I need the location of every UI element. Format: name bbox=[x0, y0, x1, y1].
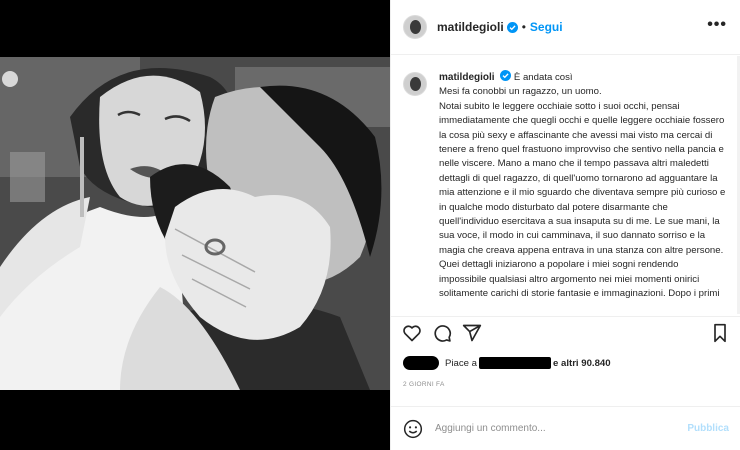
caption-line: magia che creava appena entrava in una s… bbox=[439, 244, 724, 256]
follow-button[interactable]: Segui bbox=[530, 20, 563, 34]
likes-count-link[interactable]: e altri 90.840 bbox=[553, 358, 611, 369]
caption: matildegioli È andata così Mesi fa conob… bbox=[391, 56, 740, 314]
caption-line: mia attenzione e il mio sguardo che dive… bbox=[439, 187, 726, 199]
comment-input[interactable] bbox=[435, 423, 675, 434]
caption-line: Notai subito le leggere occhiaie sotto i… bbox=[439, 100, 680, 112]
bookmark-icon[interactable] bbox=[709, 322, 731, 344]
more-options-icon[interactable]: ••• bbox=[707, 17, 727, 33]
avatar[interactable] bbox=[403, 15, 427, 39]
caption-username-link[interactable]: matildegioli bbox=[439, 72, 495, 83]
verified-badge-icon bbox=[506, 21, 518, 33]
caption-line: impossibile qualsiasi altro argomento ne… bbox=[439, 273, 700, 285]
caption-title: È andata così bbox=[513, 72, 573, 83]
post-photo[interactable] bbox=[0, 57, 390, 390]
caption-line: dettagli di quel ragazzo, di quell'uomo … bbox=[439, 172, 718, 184]
post-media bbox=[0, 0, 390, 450]
post-date[interactable]: 2 GIORNI FA bbox=[403, 381, 445, 388]
likes-prefix: Piace a bbox=[445, 357, 477, 369]
post-header: matildegioli • Segui ••• bbox=[391, 0, 740, 55]
caption-line: tenere a freno quel frastuono improvviso… bbox=[439, 144, 724, 156]
caption-line: Quei dettagli iniziarono a popolare i mi… bbox=[439, 259, 679, 271]
caption-heading: matildegioli È andata così bbox=[439, 70, 725, 85]
username-link[interactable]: matildegioli bbox=[437, 20, 504, 34]
action-bar bbox=[391, 316, 740, 348]
liker-avatar-redacted bbox=[403, 356, 439, 370]
caption-line: Mesi fa conobbi un ragazzo, un uomo. bbox=[439, 86, 602, 98]
separator-dot: • bbox=[521, 20, 526, 34]
heart-icon[interactable] bbox=[401, 322, 423, 344]
caption-line: quell'individuo esercitava a sua insaput… bbox=[439, 216, 720, 228]
publish-button[interactable]: Pubblica bbox=[687, 423, 729, 434]
caption-line: in qualche modo disturbato dal potere di… bbox=[439, 201, 668, 213]
liker-name-redacted bbox=[479, 357, 551, 369]
caption-line: nelle viscere. Mano a mano che il tempo … bbox=[439, 158, 709, 170]
caption-line: solitamente carichi di storie fantasie e… bbox=[439, 288, 720, 300]
verified-badge-icon bbox=[500, 70, 512, 81]
caption-line: la cosa più sexy e affascinante che aves… bbox=[439, 129, 713, 141]
likes-summary: Piace a e altri 90.840 bbox=[403, 354, 611, 372]
caption-line: immediatamente che quegli occhi e quelle… bbox=[439, 115, 725, 127]
smiley-icon[interactable] bbox=[403, 419, 423, 439]
caption-line: sua voce, il modo in cui camminava, il s… bbox=[439, 230, 706, 242]
caption-avatar[interactable] bbox=[403, 72, 427, 96]
comment-icon[interactable] bbox=[431, 322, 453, 344]
paper-plane-icon[interactable] bbox=[461, 322, 483, 344]
comment-bar: Pubblica bbox=[391, 406, 740, 450]
post-panel: matildegioli • Segui ••• matildegioli È … bbox=[390, 0, 740, 450]
caption-body: matildegioli È andata così Mesi fa conob… bbox=[439, 70, 725, 314]
